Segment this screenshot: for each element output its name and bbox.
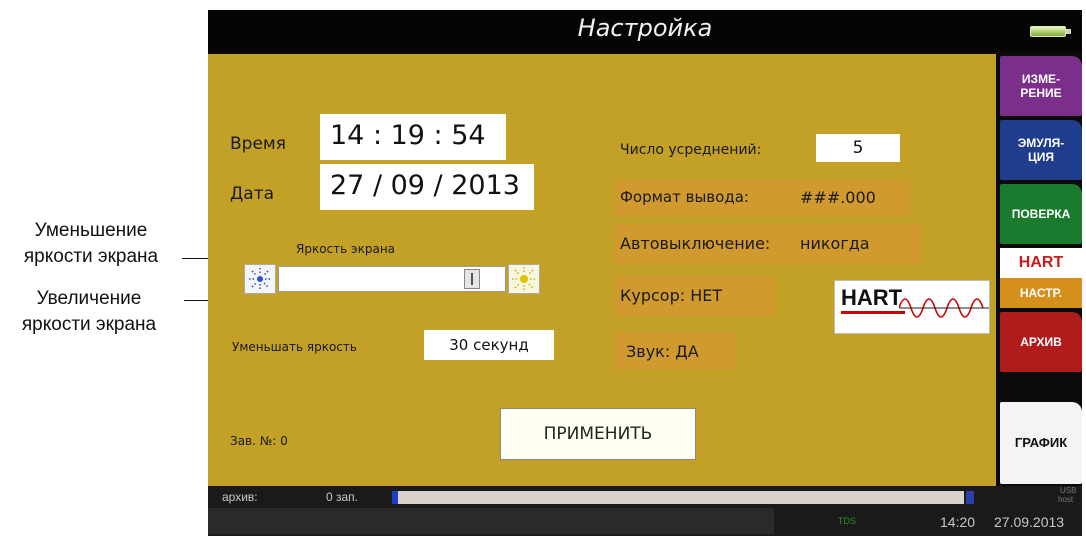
averages-field[interactable]: 5 xyxy=(816,134,900,162)
callout-line: яркости экрана xyxy=(23,246,159,267)
tab-label: ЭМУЛЯ- ЦИЯ xyxy=(1017,136,1065,164)
tab-label: АРХИВ xyxy=(1020,335,1062,349)
screen-title: Настройка xyxy=(577,14,713,42)
archive-end-marker xyxy=(966,491,974,504)
slider-thumb-grip xyxy=(471,273,473,285)
status-bar: архив: 0 зап. USB host TDS 14:20 27.09.2… xyxy=(208,486,1082,536)
date-label: Дата xyxy=(230,184,275,204)
dim-sun-icon xyxy=(249,268,271,290)
brightness-slider[interactable] xyxy=(278,266,506,292)
battery-icon xyxy=(1030,26,1071,37)
mode-indicator: TDS xyxy=(838,516,856,526)
tab-label: ПОВЕРКА xyxy=(1011,207,1071,221)
brightness-label: Яркость экрана xyxy=(296,242,396,256)
tab-label: ГРАФИК xyxy=(1014,435,1068,450)
brightness-decrease-button[interactable] xyxy=(244,264,276,294)
usb-host-line2: host xyxy=(1058,495,1074,504)
tab-label: ИЗМЕ- РЕНИЕ xyxy=(1020,72,1062,100)
time-label: Время xyxy=(230,134,286,154)
device-screen: Настройка Время 14 : 19 : 54 Дата 27 / 0… xyxy=(208,10,1082,536)
hart-logo: HART xyxy=(834,280,990,334)
status-time: 14:20 xyxy=(940,514,976,530)
tab-emulation[interactable]: ЭМУЛЯ- ЦИЯ xyxy=(1000,120,1082,180)
bright-sun-icon xyxy=(512,267,536,291)
brightness-slider-thumb[interactable] xyxy=(464,269,480,289)
archive-progress-bar xyxy=(392,491,964,504)
format-label: Формат вывода: xyxy=(620,188,749,206)
archive-records: 0 зап. xyxy=(326,490,359,504)
hart-logo-underline xyxy=(841,311,905,314)
archive-label: архив: xyxy=(222,490,258,504)
brightness-increase-button[interactable] xyxy=(508,264,540,294)
status-date: 27.09.2013 xyxy=(994,514,1065,530)
archive-progress-fill xyxy=(392,491,398,504)
dim-label: Уменьшать яркость xyxy=(232,340,357,354)
callout-line: Уменьшение xyxy=(34,220,148,241)
usb-host-line1: USB xyxy=(1060,486,1077,495)
tab-label: НАСТР. xyxy=(1000,278,1082,308)
decrease-brightness-callout: Уменьшение яркости экрана xyxy=(2,218,180,270)
cursor-setting: Курсор: НЕТ xyxy=(620,286,723,305)
date-field[interactable]: 27 / 09 / 2013 xyxy=(320,164,534,210)
tab-hart-top: HART xyxy=(1000,248,1082,278)
tab-hart-settings[interactable]: HART НАСТР. xyxy=(1000,248,1082,308)
increase-brightness-callout: Увеличение яркости экрана xyxy=(0,286,178,338)
autooff-label: Автовыключение: xyxy=(620,234,771,253)
autooff-value: никогда xyxy=(800,234,870,253)
hart-wave-icon xyxy=(899,298,989,318)
tab-verification[interactable]: ПОВЕРКА xyxy=(1000,184,1082,244)
averages-label: Число усреднений: xyxy=(620,142,762,158)
title-bar: Настройка xyxy=(208,10,1082,52)
time-field[interactable]: 14 : 19 : 54 xyxy=(320,114,506,160)
serial-number-label: Зав. №: 0 xyxy=(230,434,288,448)
callout-line: Увеличение xyxy=(36,288,142,309)
dim-timeout-field[interactable]: 30 секунд xyxy=(424,330,554,360)
tab-graph[interactable]: ГРАФИК xyxy=(1000,402,1082,484)
status-lower-strip xyxy=(208,508,774,534)
format-value: ###.000 xyxy=(800,188,876,207)
tab-archive[interactable]: АРХИВ xyxy=(1000,312,1082,372)
sound-setting: Звук: ДА xyxy=(626,342,699,361)
tab-measurement[interactable]: ИЗМЕ- РЕНИЕ xyxy=(1000,56,1082,116)
hart-logo-text: HART xyxy=(841,285,903,310)
callout-line: яркости экрана xyxy=(21,314,157,335)
settings-panel: Время 14 : 19 : 54 Дата 27 / 09 / 2013 Я… xyxy=(208,54,996,486)
apply-button[interactable]: ПРИМЕНИТЬ xyxy=(500,408,696,460)
